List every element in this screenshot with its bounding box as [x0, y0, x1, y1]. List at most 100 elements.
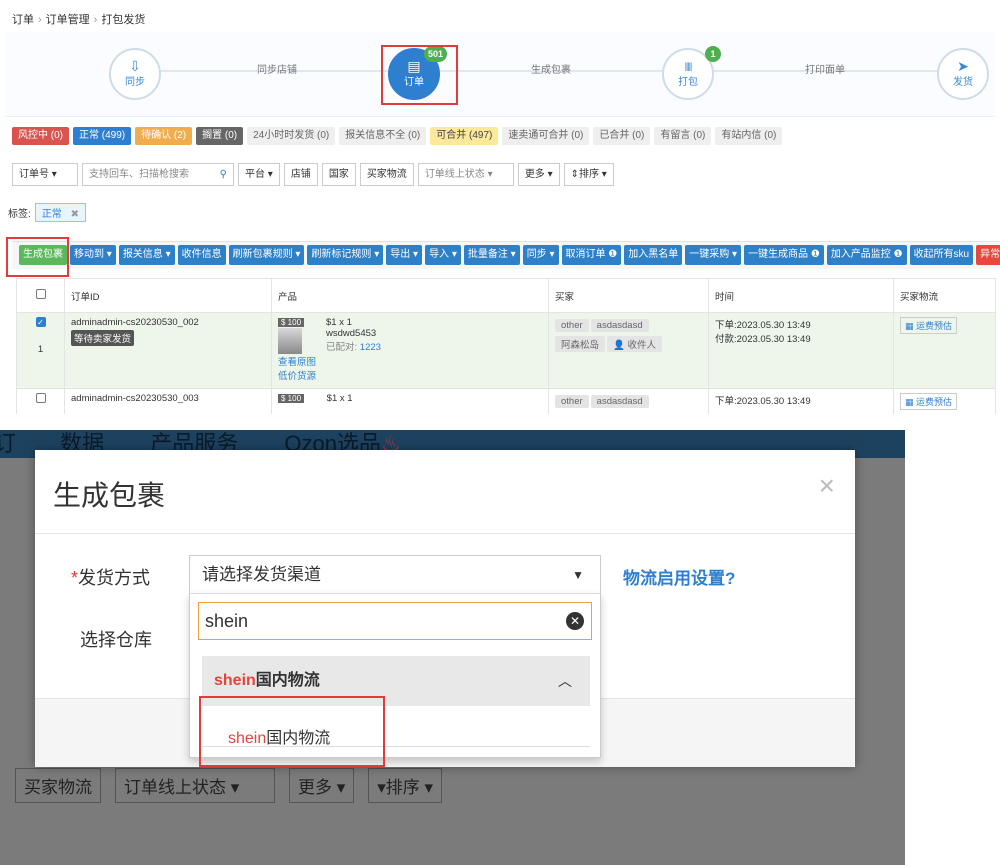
product-thumb-wrap: $ 100 查看原图 低价货源 [278, 317, 316, 382]
sort-button[interactable]: ⇕排序 ▾ [563, 163, 614, 186]
add-blacklist-button[interactable]: 加入黑名单 [624, 245, 683, 265]
tab-risk-control[interactable]: 风控中 (0) [12, 127, 69, 145]
product-qty: $1 x 1 [326, 393, 353, 404]
close-icon[interactable]: ✖ [71, 209, 79, 220]
step-sync[interactable]: ⇩ 同步 [109, 48, 161, 100]
row-checkbox[interactable]: ✓ [35, 317, 46, 327]
refresh-package-rules-button[interactable]: 刷新包裹规则 ▾ [228, 245, 305, 265]
tab-mergeable[interactable]: 可合并 (497) [430, 127, 499, 145]
shipping-estimate-button[interactable]: ▦ 运费预估 [900, 393, 958, 410]
highlight-box-order [381, 45, 458, 105]
country-button[interactable]: 国家 [321, 163, 356, 186]
tag-filter: 标签: 正常 ✖ [8, 203, 86, 222]
tab-has-message[interactable]: 有留言 (0) [654, 127, 712, 145]
product-info: $1 x 1 wsdwd5453 已配对: 1223 [326, 317, 381, 382]
step-link-sync-store[interactable]: 同步店铺 [257, 61, 297, 76]
view-original-link[interactable]: 查看原图 [278, 354, 316, 368]
buyer-tag: 阿森松岛 [555, 336, 606, 352]
person-icon: 👤 [613, 340, 625, 351]
status-tabs: 风控中 (0) 正常 (499) 待确认 (2) 搁置 (0) 24小时时发货 … [12, 127, 783, 145]
column-header: 订单ID [64, 278, 272, 313]
tab-normal[interactable]: 正常 (499) [73, 127, 132, 145]
calculator-icon: ▦ [905, 321, 914, 331]
shipping-estimate-button[interactable]: ▦ 运费预估 [900, 317, 958, 334]
recipient-info-button[interactable]: 收件信息 [177, 245, 226, 265]
tab-aliexpress-mergeable[interactable]: 速卖通可合并 (0) [502, 127, 590, 145]
background-filter: 买家物流 订单线上状态 ▾ 更多 ▾ ▾排序 ▾ [15, 768, 443, 803]
low-price-source-link[interactable]: 低价货源 [278, 368, 316, 382]
one-click-generate-product-button[interactable]: 一键生成商品 ❶ [744, 245, 824, 265]
order-id[interactable]: adminadmin-cs20230530_002 [71, 317, 265, 328]
cancel-order-button[interactable]: 取消订单 ❶ [561, 245, 622, 265]
buyer-tag: asdasdasd [590, 319, 649, 332]
select-placeholder: 请选择发货渠道 [202, 565, 321, 584]
refresh-mark-rules-button[interactable]: 刷新标记规则 ▾ [307, 245, 384, 265]
collapse-all-sku-button[interactable]: 收起所有sku [909, 245, 974, 265]
search-icon[interactable]: ⚲ [220, 164, 227, 185]
highlight-box-option [199, 696, 385, 767]
select-all-checkbox[interactable] [35, 289, 46, 299]
logistics-settings-link[interactable]: 物流启用设置? [623, 564, 735, 589]
clear-icon[interactable]: ✕ [566, 612, 584, 630]
table-row: ✓ 1 adminadmin-cs20230530_002 等待卖家发货 $ 100… [16, 312, 996, 389]
buyer-cell: other asdasdasd [548, 388, 709, 414]
import-button[interactable]: 导入 ▾ [425, 245, 461, 265]
one-click-purchase-button[interactable]: 一键采购 ▾ [685, 245, 742, 265]
row-checkbox[interactable] [35, 393, 46, 403]
platform-select[interactable]: 平台 ▾ [238, 163, 280, 186]
order-id[interactable]: adminadmin-cs20230530_003 [71, 393, 265, 404]
order-time: 下单:2023.05.30 13:49 [715, 320, 811, 331]
workflow-steps: 同步店铺 生成包裹 打印面单 ⇩ 同步 ▤ 订单 501 ||||| 打包 1 … [5, 32, 995, 117]
paired-info: 已配对: 1223 [326, 342, 381, 353]
product-sku: wsdwd5453 [326, 328, 377, 339]
paired-count[interactable]: 1223 [360, 342, 381, 353]
ship-channel-select[interactable]: 请选择发货渠道 ▼ [189, 555, 601, 593]
order-table: 订单ID 产品 买家 时间 买家物流 ✓ 1 adminadmin-cs20230… [16, 278, 996, 414]
recipient-tag: 👤 收件人 [607, 336, 663, 352]
caret-down-icon: ▼ [572, 568, 584, 582]
batch-remark-button[interactable]: 批量备注 ▾ [463, 245, 520, 265]
column-header: 买家 [548, 278, 709, 313]
close-icon[interactable]: × [819, 470, 835, 502]
pack-count-badge: 1 [705, 46, 721, 62]
price-tag: $ 100 [278, 318, 305, 327]
customs-info-button[interactable]: 报关信息 ▾ [118, 245, 175, 265]
online-status-select[interactable]: 订单线上状态 ▾ [417, 163, 514, 186]
buyer-tag: asdasdasd [590, 395, 649, 408]
column-header: 时间 [708, 278, 894, 313]
search-input[interactable]: 支持回车、扫描枪搜索 ⚲ [82, 163, 234, 186]
step-link-print-label[interactable]: 打印面单 [805, 61, 845, 76]
row-index: 1 [37, 344, 44, 355]
channel-search-input[interactable]: shein ✕ [198, 602, 592, 640]
tab-24h-ship[interactable]: 24小时时发货 (0) [247, 127, 336, 145]
add-product-monitor-button[interactable]: 加入产品监控 ❶ [826, 245, 907, 265]
sync-button[interactable]: 同步 ▾ [522, 245, 559, 265]
tab-pending-confirm[interactable]: 待确认 (2) [135, 127, 193, 145]
product-cell: $ 100 $1 x 1 [271, 388, 549, 414]
export-button[interactable]: 导出 ▾ [386, 245, 423, 265]
tag-normal[interactable]: 正常 ✖ [34, 203, 86, 222]
ship-method-label: *发货方式 [71, 568, 151, 588]
tab-on-hold[interactable]: 搁置 (0) [196, 127, 244, 145]
breadcrumb-item[interactable]: 订单 [12, 14, 34, 26]
tab-merged[interactable]: 已合并 (0) [593, 127, 651, 145]
more-button[interactable]: 更多 ▾ [517, 163, 560, 186]
pay-time: 付款:2023.05.30 13:49 [715, 334, 811, 345]
action-bar: 生成包裹 移动到 ▾ 报关信息 ▾ 收件信息 刷新包裹规则 ▾ 刷新标记规则 ▾… [19, 245, 1000, 265]
move-to-button[interactable]: 移动到 ▾ [70, 245, 116, 265]
logistics-cell: ▦ 运费预估 [893, 388, 996, 414]
step-ship[interactable]: ➤ 发货 [937, 48, 989, 100]
store-button[interactable]: 店铺 [283, 163, 318, 186]
tab-customs-incomplete[interactable]: 报关信息不全 (0) [339, 127, 427, 145]
time-cell: 下单:2023.05.30 13:49 [708, 388, 894, 414]
calculator-icon: ▦ [905, 397, 914, 407]
order-number-select[interactable]: 订单号 ▾ [12, 163, 78, 186]
order-page: 订单 › 订单管理 › 打包发货 同步店铺 生成包裹 打印面单 ⇩ 同步 ▤ 订单 50… [0, 0, 1000, 414]
step-pack[interactable]: ||||| 打包 1 [662, 46, 721, 100]
tab-has-mail[interactable]: 有站内信 (0) [715, 127, 783, 145]
exception-mark-button[interactable]: 异常标 [976, 245, 1000, 265]
product-image[interactable] [278, 328, 302, 354]
breadcrumb-item[interactable]: 订单管理 [46, 14, 90, 26]
buyer-logistics-button[interactable]: 买家物流 [359, 163, 414, 186]
step-link-generate-package[interactable]: 生成包裹 [531, 61, 571, 76]
